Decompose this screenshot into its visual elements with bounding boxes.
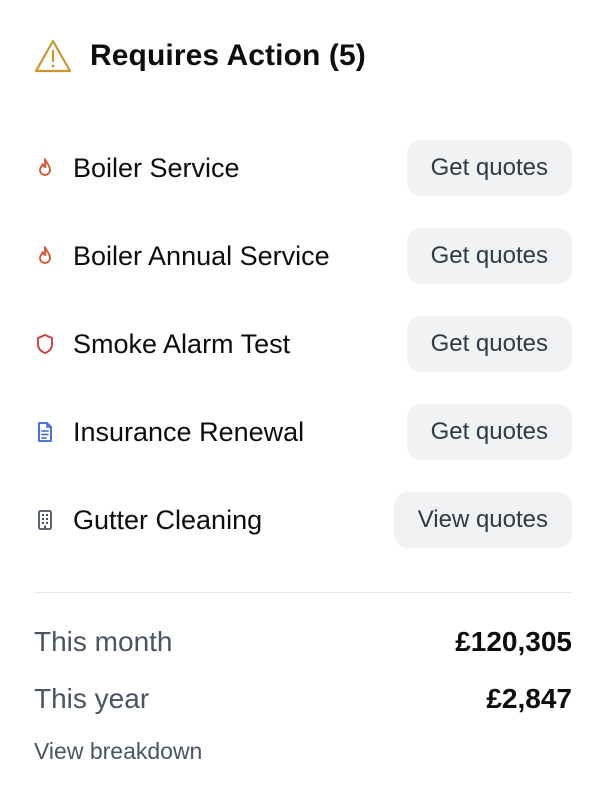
get-quotes-button[interactable]: Get quotes — [406, 316, 572, 372]
view-quotes-button[interactable]: View quotes — [393, 492, 572, 548]
item-label: Gutter Cleaning — [73, 504, 263, 535]
action-list: Boiler Service Get quotes Boiler Annual … — [34, 140, 572, 580]
list-item-boiler-annual-service: Boiler Annual Service Get quotes — [34, 228, 572, 284]
get-quotes-button[interactable]: Get quotes — [406, 404, 572, 460]
requires-action-card: Requires Action (5) Boiler Service Get q… — [0, 0, 606, 810]
summary-row-year: This year £2,847 — [34, 683, 572, 715]
get-quotes-button[interactable]: Get quotes — [406, 140, 572, 196]
list-item-boiler-service: Boiler Service Get quotes — [34, 140, 572, 196]
summary-label: This month — [34, 626, 173, 657]
document-icon — [34, 421, 56, 443]
item-left: Insurance Renewal — [34, 417, 304, 448]
item-label: Boiler Annual Service — [73, 240, 330, 271]
flame-icon — [34, 157, 56, 179]
card-header: Requires Action (5) — [34, 36, 366, 76]
section-title: Requires Action (5) — [90, 39, 366, 72]
warning-triangle-icon — [34, 39, 72, 73]
summary-value: £2,847 — [486, 683, 572, 714]
divider — [34, 592, 572, 593]
flame-icon — [34, 245, 56, 267]
item-left: Boiler Service — [34, 153, 240, 184]
item-label: Boiler Service — [73, 152, 240, 183]
item-label: Insurance Renewal — [73, 416, 305, 447]
list-item-smoke-alarm-test: Smoke Alarm Test Get quotes — [34, 316, 572, 372]
building-icon — [34, 509, 56, 531]
item-left: Gutter Cleaning — [34, 505, 262, 536]
shield-icon — [34, 333, 56, 355]
item-left: Boiler Annual Service — [34, 241, 330, 272]
summary-row-month: This month £120,305 — [34, 626, 572, 658]
item-label: Smoke Alarm Test — [73, 328, 291, 359]
list-item-gutter-cleaning: Gutter Cleaning View quotes — [34, 492, 572, 548]
view-breakdown-link[interactable]: View breakdown — [34, 738, 202, 765]
get-quotes-button[interactable]: Get quotes — [406, 228, 572, 284]
item-left: Smoke Alarm Test — [34, 329, 290, 360]
summary-value: £120,305 — [455, 626, 572, 657]
summary-label: This year — [34, 683, 150, 714]
list-item-insurance-renewal: Insurance Renewal Get quotes — [34, 404, 572, 460]
